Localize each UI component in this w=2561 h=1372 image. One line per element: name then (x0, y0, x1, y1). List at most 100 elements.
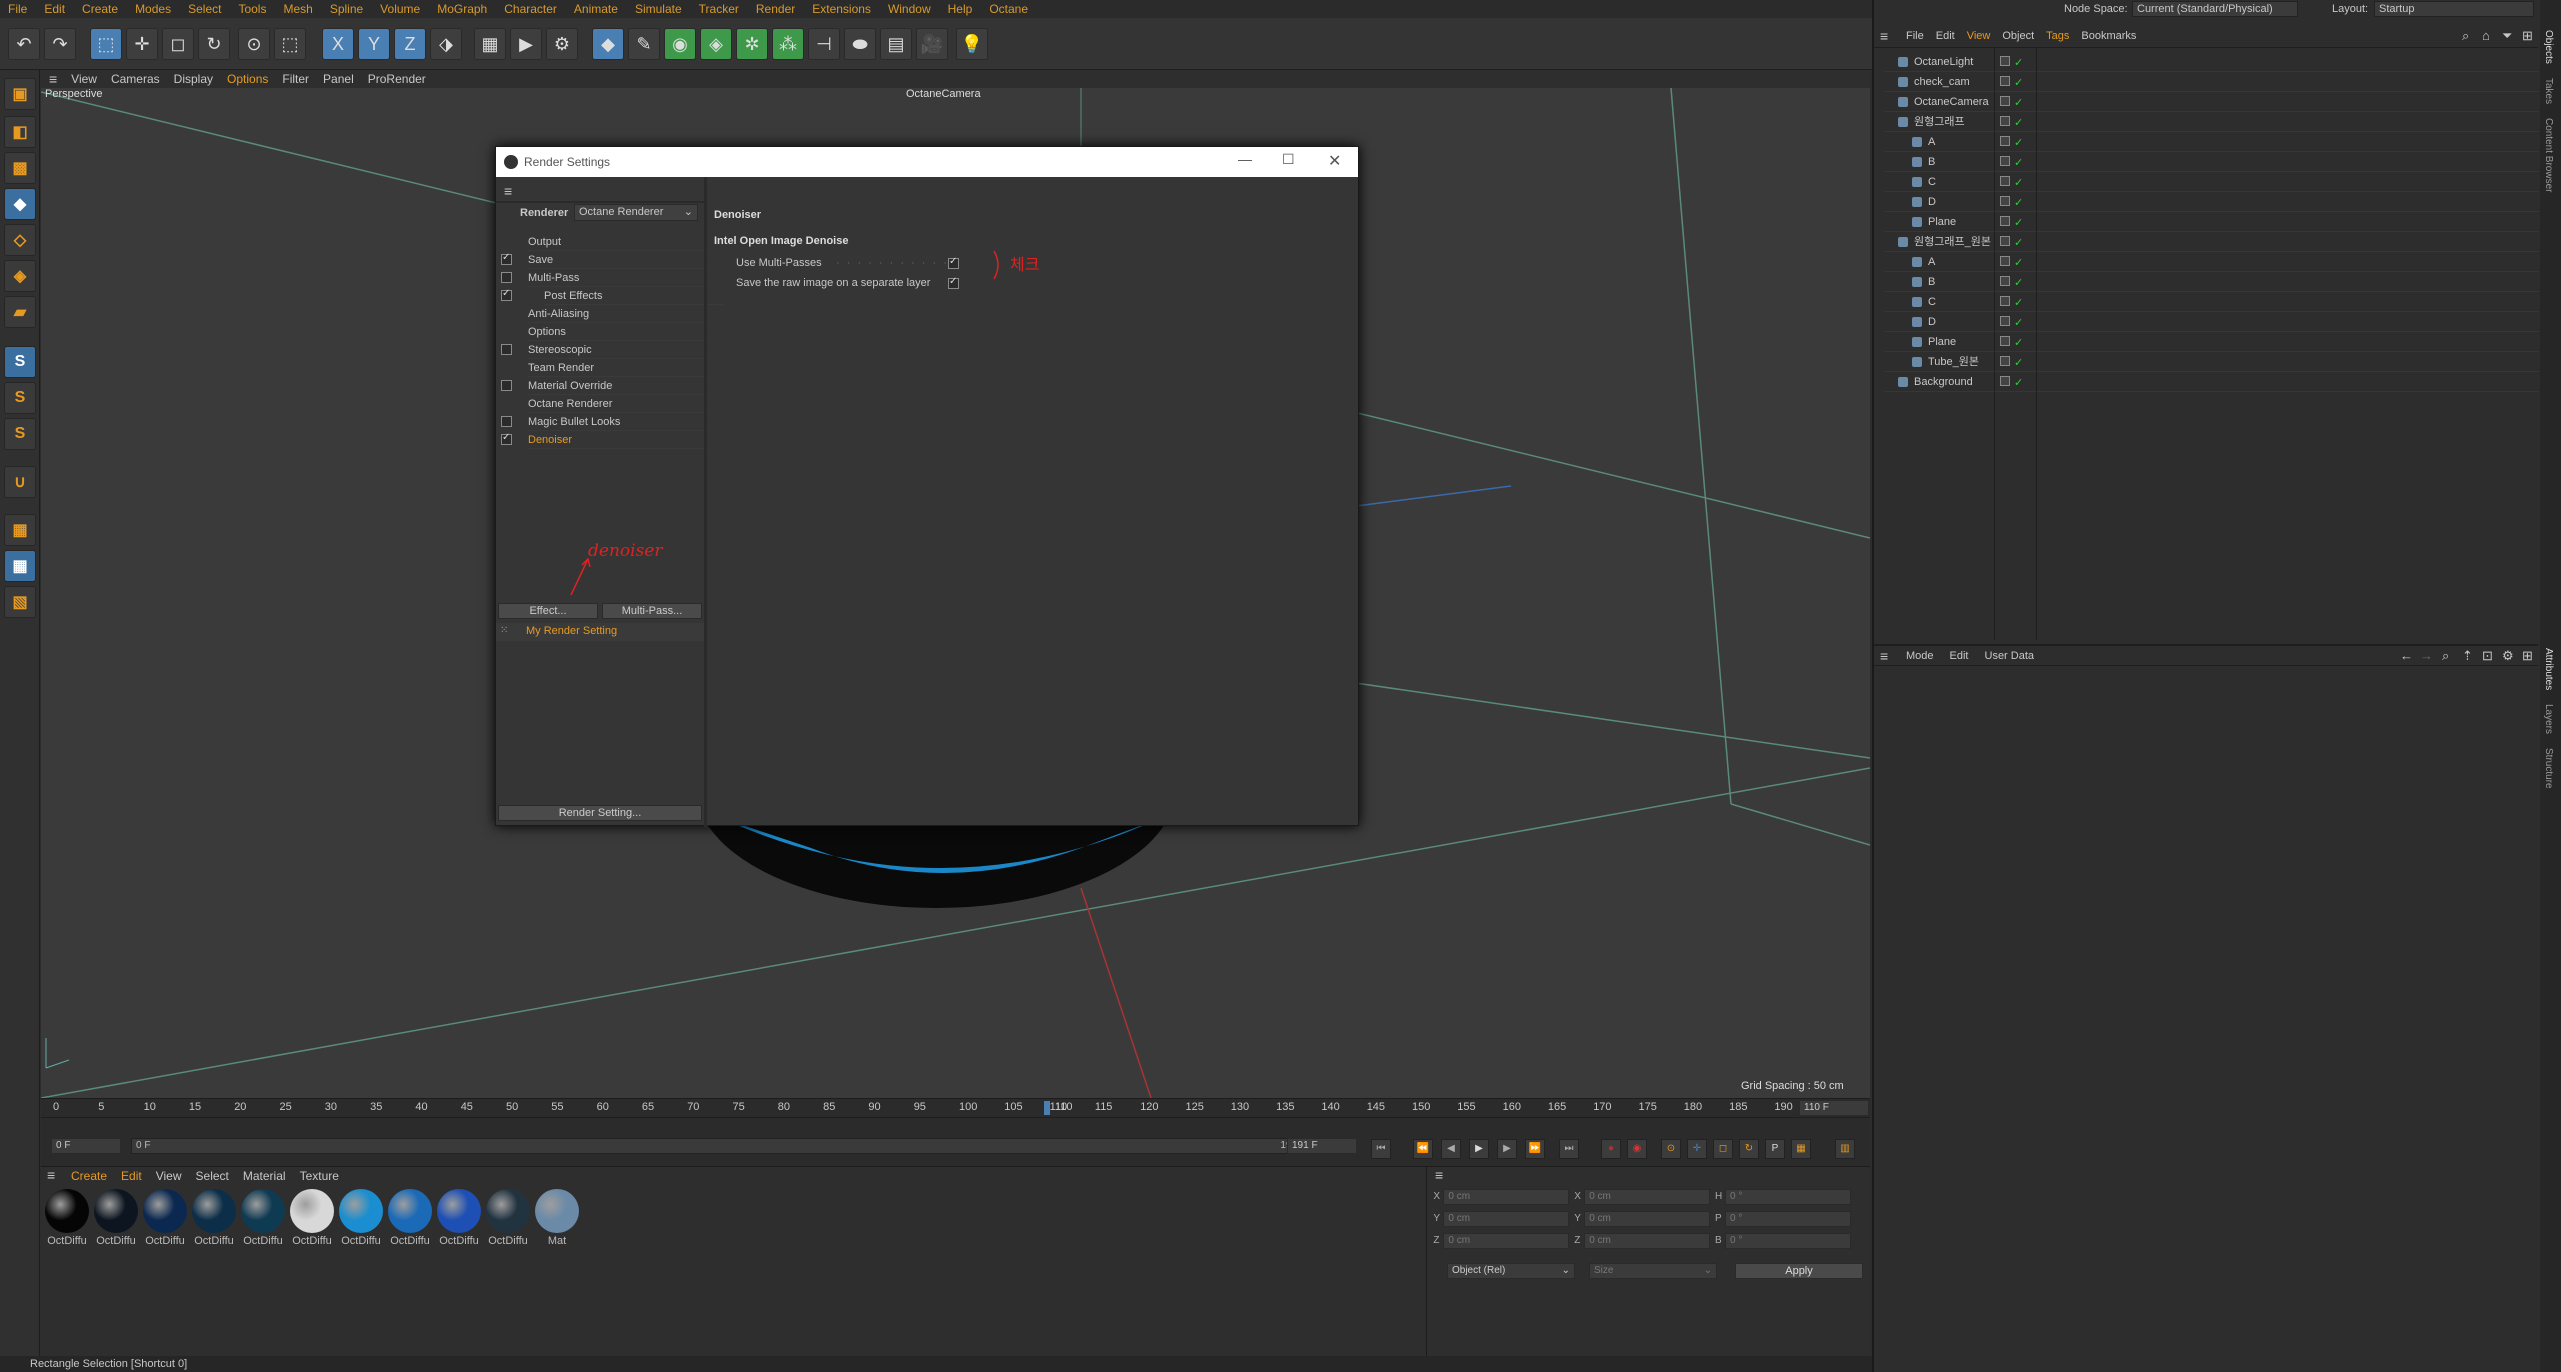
side-tab-takes[interactable]: Takes (2543, 78, 2554, 104)
menu-octane[interactable]: Octane (989, 2, 1028, 16)
enable-check-icon[interactable]: ✓ (2014, 153, 2023, 173)
visibility-icon[interactable] (2000, 236, 2010, 246)
menu-volume[interactable]: Volume (380, 2, 420, 16)
object-menu-edit[interactable]: Edit (1936, 30, 1955, 42)
visibility-icon[interactable] (2000, 336, 2010, 346)
deformer-icon[interactable]: ⊣ (808, 28, 840, 60)
visibility-icon[interactable] (2000, 116, 2010, 126)
make-editable-icon[interactable]: ▣ (4, 78, 36, 110)
visibility-icon[interactable] (2000, 376, 2010, 386)
enable-check-icon[interactable]: ✓ (2014, 213, 2023, 233)
viewport-menu-cameras[interactable]: Cameras (111, 72, 160, 86)
side-tab-structure[interactable]: Structure (2543, 748, 2554, 789)
cloner-icon[interactable]: ⁂ (772, 28, 804, 60)
visibility-icon[interactable] (2000, 276, 2010, 286)
start-frame-field[interactable]: 0 F (51, 1138, 121, 1154)
settings-icon[interactable]: ⚙ (2502, 648, 2514, 664)
menu-render[interactable]: Render (756, 2, 795, 16)
search-icon[interactable]: ⌕ (2462, 28, 2469, 44)
viewport-menu-view[interactable]: View (71, 72, 97, 86)
play-icon[interactable]: ▶ (1469, 1139, 1489, 1159)
object-row[interactable]: B ✓ (1884, 272, 2539, 292)
coord-field[interactable]: 0 cm (1584, 1233, 1711, 1249)
render-view-icon[interactable]: ▶ (510, 28, 542, 60)
viewport-menu-display[interactable]: Display (174, 72, 213, 86)
node-space-dropdown[interactable]: Current (Standard/Physical) (2132, 1, 2298, 17)
material-swatch[interactable] (437, 1189, 481, 1233)
material-swatch[interactable] (290, 1189, 334, 1233)
visibility-icon[interactable] (2000, 256, 2010, 266)
layout-dropdown[interactable]: Startup (2374, 1, 2534, 17)
object-mode-icon[interactable]: ◆ (4, 188, 36, 220)
object-row[interactable]: A ✓ (1884, 132, 2539, 152)
param-key-icon[interactable]: P (1765, 1139, 1785, 1159)
material-swatch[interactable] (388, 1189, 432, 1233)
attributes-menu-mode[interactable]: Mode (1906, 650, 1934, 662)
object-menu-file[interactable]: File (1906, 30, 1924, 42)
object-menu-view[interactable]: View (1967, 30, 1991, 42)
object-row[interactable]: D ✓ (1884, 312, 2539, 332)
material-swatch[interactable] (535, 1189, 579, 1233)
prev-frame-icon[interactable]: ◀ (1441, 1139, 1461, 1159)
object-menu-object[interactable]: Object (2002, 30, 2034, 42)
object-row[interactable]: Plane ✓ (1884, 332, 2539, 352)
viewport-menu-filter[interactable]: Filter (282, 72, 309, 86)
enable-check-icon[interactable]: ✓ (2014, 233, 2023, 253)
search-attr-icon[interactable]: ⌕ (2442, 648, 2449, 664)
enable-check-icon[interactable]: ✓ (2014, 353, 2023, 373)
visibility-icon[interactable] (2000, 216, 2010, 226)
light-icon[interactable]: 💡 (956, 28, 988, 60)
visibility-icon[interactable] (2000, 296, 2010, 306)
autokey-icon[interactable]: ◉ (1627, 1139, 1647, 1159)
menu-extensions[interactable]: Extensions (812, 2, 871, 16)
snap-icon[interactable]: S (4, 346, 36, 378)
scale-tool-icon[interactable]: ◻ (162, 28, 194, 60)
points-mode-icon[interactable]: ◇ (4, 224, 36, 256)
object-row[interactable]: B ✓ (1884, 152, 2539, 172)
visibility-icon[interactable] (2000, 136, 2010, 146)
enable-check-icon[interactable]: ✓ (2014, 193, 2023, 213)
material-swatch[interactable] (143, 1189, 187, 1233)
go-to-end-icon[interactable]: ⏭ (1559, 1139, 1579, 1159)
menu-modes[interactable]: Modes (135, 2, 171, 16)
object-menu-bookmarks[interactable]: Bookmarks (2081, 30, 2136, 42)
grid-icon[interactable]: ▦ (4, 550, 36, 582)
polygons-mode-icon[interactable]: ▰ (4, 296, 36, 328)
snap-settings-icon[interactable]: S (4, 382, 36, 414)
object-row[interactable]: OctaneLight ✓ (1884, 52, 2539, 72)
coord-field[interactable]: 0 ° (1725, 1233, 1851, 1249)
edges-mode-icon[interactable]: ◈ (4, 260, 36, 292)
menu-mograph[interactable]: MoGraph (437, 2, 487, 16)
object-row[interactable]: OctaneCamera ✓ (1884, 92, 2539, 112)
material-swatch[interactable] (45, 1189, 89, 1233)
up-icon[interactable]: ⇡ (2462, 648, 2473, 664)
enable-check-icon[interactable]: ✓ (2014, 273, 2023, 293)
object-row[interactable]: C ✓ (1884, 172, 2539, 192)
model-mode-icon[interactable]: ◧ (4, 116, 36, 148)
pla-key-icon[interactable]: ▦ (1791, 1139, 1811, 1159)
material-swatch[interactable] (339, 1189, 383, 1233)
box-selection-icon[interactable]: ⬚ (274, 28, 306, 60)
subdivision-icon[interactable]: ◉ (664, 28, 696, 60)
enable-check-icon[interactable]: ✓ (2014, 173, 2023, 193)
playhead[interactable] (1044, 1101, 1050, 1115)
coordinate-system-icon[interactable]: ⬗ (430, 28, 462, 60)
visibility-icon[interactable] (2000, 356, 2010, 366)
object-row[interactable]: Background ✓ (1884, 372, 2539, 392)
visibility-icon[interactable] (2000, 316, 2010, 326)
viewport-menu-icon[interactable]: ≡ (49, 71, 57, 87)
position-key-icon[interactable]: ✛ (1687, 1139, 1707, 1159)
x-axis-icon[interactable]: X (322, 28, 354, 60)
coord-field[interactable]: 0 cm (1584, 1189, 1711, 1205)
menu-mesh[interactable]: Mesh (283, 2, 312, 16)
menu-spline[interactable]: Spline (330, 2, 363, 16)
object-row[interactable]: 원형그래프 ✓ (1884, 112, 2539, 132)
enable-check-icon[interactable]: ✓ (2014, 293, 2023, 313)
redo-icon[interactable]: ↷ (44, 28, 76, 60)
next-key-icon[interactable]: ⏩ (1525, 1139, 1545, 1159)
move-tool-icon[interactable]: ✛ (126, 28, 158, 60)
y-axis-icon[interactable]: Y (358, 28, 390, 60)
object-row[interactable]: Tube_원본 ✓ (1884, 352, 2539, 372)
object-row[interactable]: D ✓ (1884, 192, 2539, 212)
enable-check-icon[interactable]: ✓ (2014, 333, 2023, 353)
